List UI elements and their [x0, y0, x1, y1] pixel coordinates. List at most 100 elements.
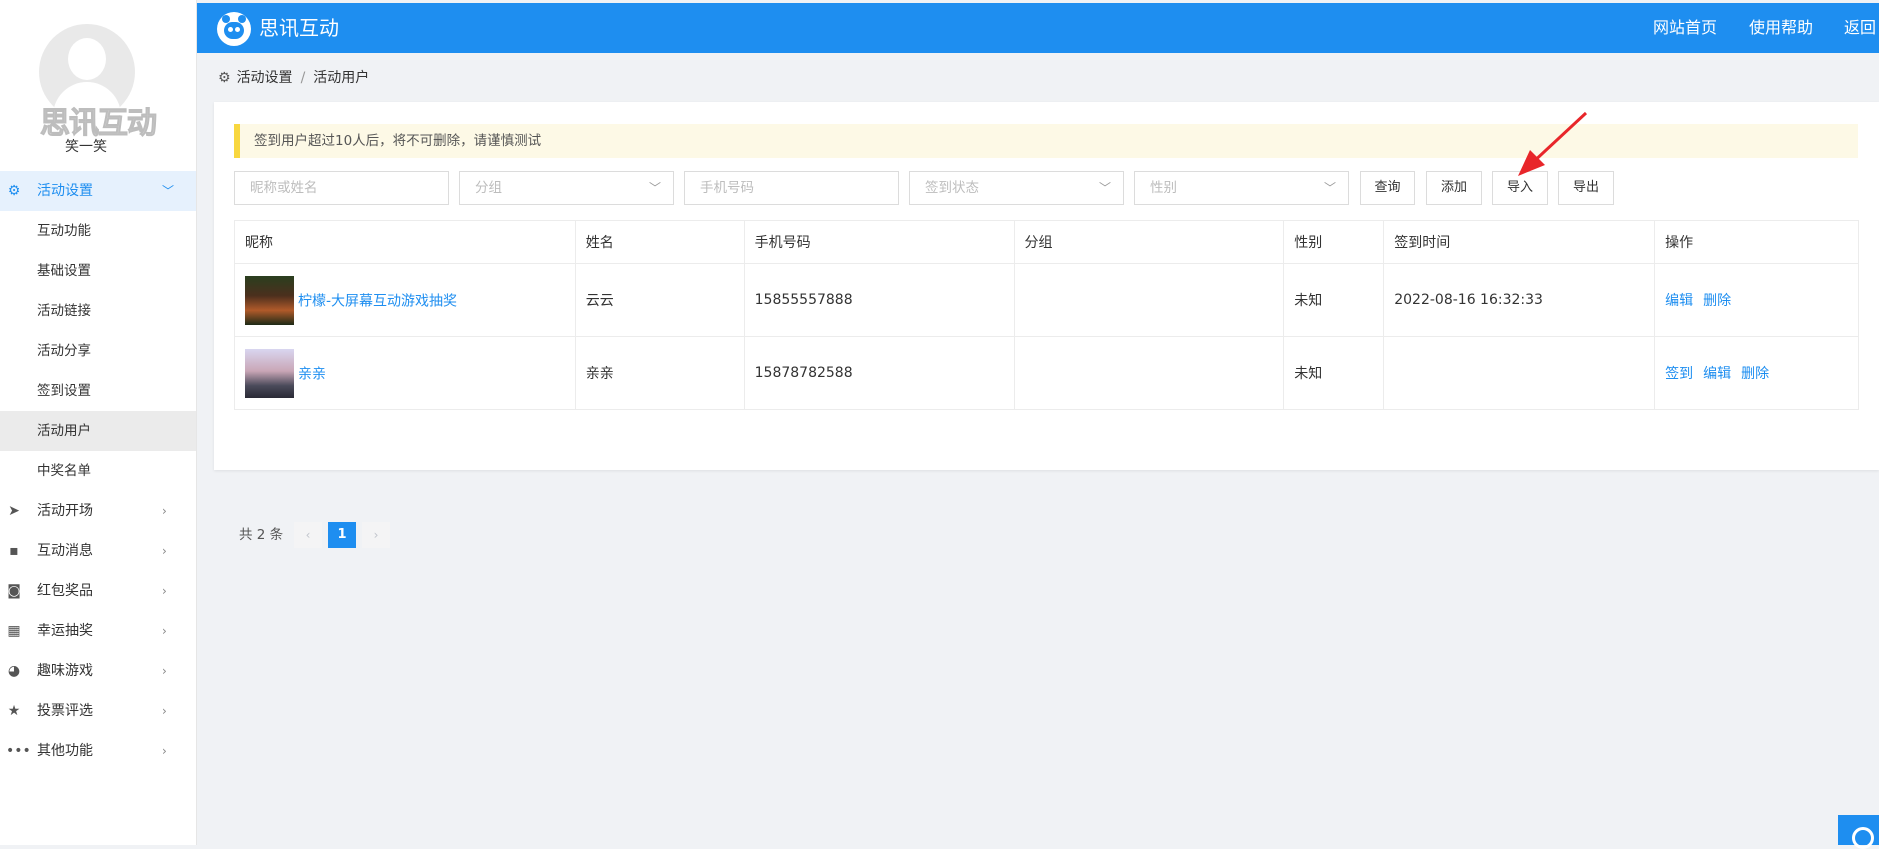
sidebar-group-label: 活动设置: [37, 183, 93, 199]
sidebar-group-opening[interactable]: ➤ 活动开场 ›: [0, 491, 196, 531]
table-row: 柠檬-大屏幕互动游戏抽奖 云云 15855557888 未知 2022-08-1…: [234, 263, 1859, 337]
signin-link[interactable]: 签到: [1665, 366, 1693, 382]
gender-select-placeholder: 性别: [1150, 180, 1177, 196]
star-icon: ★: [7, 703, 21, 719]
page-1-button[interactable]: 1: [328, 522, 356, 548]
logo-icon[interactable]: [217, 12, 251, 46]
more-icon: •••: [6, 743, 31, 759]
signin-status-select[interactable]: 签到状态 ﹀: [909, 171, 1124, 205]
breadcrumb-separator: /: [300, 70, 306, 86]
chevron-down-icon: ﹀: [1323, 181, 1336, 195]
chevron-right-icon: ›: [162, 664, 167, 678]
next-page-button[interactable]: ›: [362, 522, 390, 548]
gears-icon: ⚙: [7, 183, 21, 199]
gender-cell: 未知: [1283, 263, 1385, 337]
breadcrumb: ⚙ 活动设置 / 活动用户: [218, 68, 369, 88]
chevron-right-icon: ›: [162, 584, 167, 598]
top-bar: 思讯互动 网站首页 使用帮助 返回: [197, 3, 1879, 53]
chevron-down-icon: ﹀: [648, 181, 661, 195]
headset-icon: [1852, 827, 1874, 849]
breadcrumb-parent[interactable]: 活动设置: [237, 70, 293, 86]
chevron-right-icon: ›: [162, 704, 167, 718]
column-header-signin-time: 签到时间: [1383, 220, 1656, 264]
column-header-phone: 手机号码: [743, 220, 1015, 264]
breadcrumb-current: 活动用户: [313, 70, 370, 86]
prev-page-button[interactable]: ‹: [294, 522, 322, 548]
sidebar-group-label: 互动消息: [37, 543, 93, 559]
sidebar-item-share[interactable]: 活动分享: [0, 331, 196, 371]
column-header-nickname: 昵称: [234, 220, 576, 264]
signin-time-cell: 2022-08-16 16:32:33: [1383, 263, 1656, 337]
phone-search-input[interactable]: 手机号码: [684, 171, 899, 205]
sidebar-group-label: 其他功能: [37, 743, 93, 759]
sidebar-group-label: 趣味游戏: [37, 663, 93, 679]
column-header-group: 分组: [1013, 220, 1285, 264]
nickname-link[interactable]: 柠檬-大屏幕互动游戏抽奖: [298, 293, 457, 309]
sidebar-group-activity-settings[interactable]: ⚙ 活动设置 ﹀: [0, 171, 196, 211]
column-header-gender: 性别: [1283, 220, 1385, 264]
delete-link[interactable]: 删除: [1741, 366, 1769, 382]
add-button[interactable]: 添加: [1426, 171, 1482, 205]
phone-cell: 15855557888: [743, 263, 1015, 337]
chevron-down-icon: ﹀: [162, 184, 175, 198]
grid-icon: ▦: [7, 623, 21, 639]
sidebar-group-other[interactable]: ••• 其他功能 ›: [0, 731, 196, 771]
sidebar-item-basic-settings[interactable]: 基础设置: [0, 251, 196, 291]
nav-help-link[interactable]: 使用帮助: [1749, 3, 1813, 53]
user-avatar[interactable]: [245, 348, 294, 398]
help-widget-button[interactable]: [1838, 815, 1879, 849]
sidebar-group-red-packets[interactable]: ◙ 红包奖品 ›: [0, 571, 196, 611]
sidebar-item-winners[interactable]: 中奖名单: [0, 451, 196, 491]
nickname-cell: 亲亲: [234, 336, 576, 410]
content-card: 签到用户超过10人后，将不可删除，请谨慎测试 昵称或姓名 分组 ﹀ 手机号码 签…: [214, 102, 1879, 548]
sidebar-menu: ⚙ 活动设置 ﹀ 互动功能 基础设置 活动链接 活动分享 签到设置 活动用户 中…: [0, 171, 196, 771]
delete-link[interactable]: 删除: [1703, 293, 1731, 309]
gender-select[interactable]: 性别 ﹀: [1134, 171, 1349, 205]
sidebar-item-signin-settings[interactable]: 签到设置: [0, 371, 196, 411]
sidebar-group-label: 红包奖品: [37, 583, 93, 599]
sidebar-group-lottery[interactable]: ▦ 幸运抽奖 ›: [0, 611, 196, 651]
sidebar-group-label: 幸运抽奖: [37, 623, 93, 639]
group-select-placeholder: 分组: [475, 180, 502, 196]
name-cell: 云云: [574, 263, 745, 337]
edit-link[interactable]: 编辑: [1665, 293, 1693, 309]
pacman-icon: ◕: [7, 663, 21, 679]
sidebar-group-voting[interactable]: ★ 投票评选 ›: [0, 691, 196, 731]
sidebar-item-activity-users[interactable]: 活动用户: [0, 411, 196, 451]
sidebar-item-interactive[interactable]: 互动功能: [0, 211, 196, 251]
nickname-cell: 柠檬-大屏幕互动游戏抽奖: [234, 263, 576, 337]
table-header-row: 昵称 姓名 手机号码 分组 性别 签到时间 操作: [234, 220, 1859, 264]
sidebar: 思讯互动 笑一笑 ⚙ 活动设置 ﹀ 互动功能 基础设置 活动链接 活动分享 签到…: [0, 0, 197, 845]
chevron-right-icon: ›: [162, 544, 167, 558]
column-header-name: 姓名: [574, 220, 745, 264]
edit-link[interactable]: 编辑: [1703, 366, 1731, 382]
chevron-down-icon: ﹀: [1098, 181, 1111, 195]
users-table: 昵称 姓名 手机号码 分组 性别 签到时间 操作 柠檬-大屏幕互动游戏抽奖 云云…: [234, 220, 1859, 410]
brand-name[interactable]: 思讯互动: [259, 3, 339, 53]
signin-time-cell: [1383, 336, 1656, 410]
name-cell: 亲亲: [574, 336, 745, 410]
chevron-right-icon: ›: [162, 744, 167, 758]
nickname-link[interactable]: 亲亲: [298, 366, 326, 382]
import-button[interactable]: 导入: [1492, 171, 1548, 205]
nav-home-link[interactable]: 网站首页: [1653, 3, 1717, 53]
user-avatar[interactable]: [245, 275, 294, 325]
nav-back-link[interactable]: 返回: [1844, 3, 1876, 53]
actions-cell: 签到 编辑 删除: [1654, 336, 1859, 410]
chat-icon: ▪: [9, 543, 19, 559]
actions-cell: 编辑 删除: [1654, 263, 1859, 337]
chevron-right-icon: ›: [162, 624, 167, 638]
sidebar-item-links[interactable]: 活动链接: [0, 291, 196, 331]
paper-plane-icon: ➤: [8, 503, 20, 519]
gender-cell: 未知: [1283, 336, 1385, 410]
export-button[interactable]: 导出: [1558, 171, 1614, 205]
sidebar-group-messages[interactable]: ▪ 互动消息 ›: [0, 531, 196, 571]
gears-icon: ⚙: [218, 70, 231, 86]
sidebar-group-label: 活动开场: [37, 503, 93, 519]
name-search-input[interactable]: 昵称或姓名: [234, 171, 449, 205]
warning-notice: 签到用户超过10人后，将不可删除，请谨慎测试: [234, 124, 1858, 158]
group-cell: [1013, 263, 1285, 337]
sidebar-group-games[interactable]: ◕ 趣味游戏 ›: [0, 651, 196, 691]
group-select[interactable]: 分组 ﹀: [459, 171, 674, 205]
query-button[interactable]: 查询: [1360, 171, 1415, 205]
